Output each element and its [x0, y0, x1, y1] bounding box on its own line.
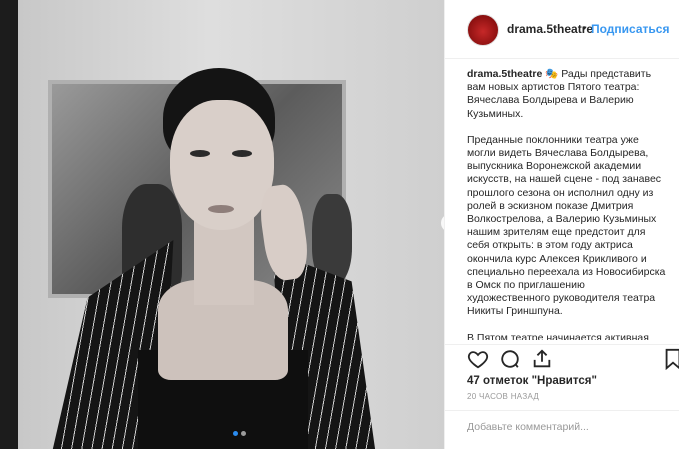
heart-icon[interactable]: [467, 348, 489, 370]
caption-paragraph: drama.5theatre 🎭 Рады представить вам но…: [467, 68, 667, 121]
post-actions: [467, 348, 679, 372]
comment-input[interactable]: [467, 421, 667, 433]
photo-eye: [232, 150, 252, 157]
photo-eye: [190, 150, 210, 157]
header-separator: •: [582, 21, 587, 35]
photo-lips: [208, 205, 234, 213]
post-caption: drama.5theatre 🎭 Рады представить вам но…: [467, 68, 667, 340]
follow-button[interactable]: Подписаться: [591, 22, 669, 36]
post-username[interactable]: drama.5theatre: [507, 22, 593, 36]
left-gutter: [0, 0, 18, 449]
caption-paragraph: В Пятом театре начинается активная: [467, 331, 649, 340]
post-header: drama.5theatre • Подписаться: [445, 0, 679, 59]
comment-icon[interactable]: [499, 348, 521, 370]
carousel-dot-2: [241, 431, 246, 436]
likes-count[interactable]: 47 отметок "Нравится": [467, 375, 597, 387]
carousel-indicator: [233, 431, 246, 436]
post-side-panel: drama.5theatre • Подписаться drama.5thea…: [444, 0, 679, 449]
carousel-dot-1: [233, 431, 238, 436]
bookmark-icon[interactable]: [663, 348, 679, 370]
share-icon[interactable]: [531, 348, 553, 370]
caption-paragraph: Преданные поклонники театра уже могли ви…: [467, 133, 666, 318]
caption-username[interactable]: drama.5theatre: [467, 68, 542, 80]
divider: [445, 410, 679, 411]
divider: [445, 344, 679, 345]
post-timestamp[interactable]: 20 ЧАСОВ НАЗАД: [467, 392, 539, 401]
post-photo[interactable]: ❯: [18, 0, 444, 449]
avatar[interactable]: [467, 14, 499, 46]
